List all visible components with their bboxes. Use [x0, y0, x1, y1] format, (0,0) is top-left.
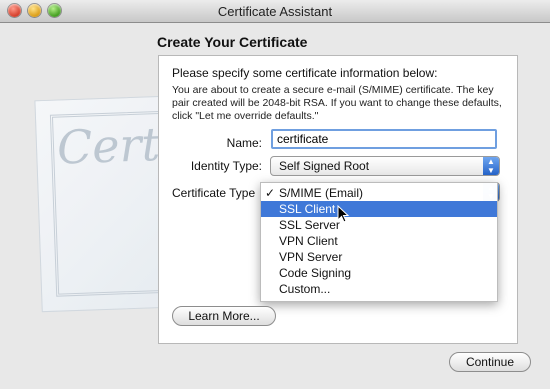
certificate-type-menu: S/MIME (Email) SSL Client SSL Server VPN… [260, 182, 498, 302]
menu-item-vpn-client[interactable]: VPN Client [261, 233, 497, 249]
menu-item-vpn-server[interactable]: VPN Server [261, 249, 497, 265]
menu-item-code-signing[interactable]: Code Signing [261, 265, 497, 281]
cursor-icon [337, 205, 350, 223]
identity-type-label: Identity Type: [190, 159, 262, 173]
description-text: You are about to create a secure e-mail … [172, 84, 502, 122]
certificate-type-label: Certificate Type [172, 186, 256, 200]
identity-type-select[interactable]: Self Signed Root ▲ ▼ [270, 156, 500, 176]
window-title: Certificate Assistant [217, 4, 333, 19]
select-arrows-icon: ▲▼ [483, 157, 499, 175]
name-label: Name: [226, 136, 262, 150]
menu-item-smime[interactable]: S/MIME (Email) [261, 185, 497, 201]
name-field[interactable] [271, 129, 497, 149]
learn-more-button[interactable]: Learn More... [172, 306, 276, 326]
menu-item-ssl-server[interactable]: SSL Server [261, 217, 497, 233]
menu-item-custom[interactable]: Custom... [261, 281, 497, 297]
menu-item-ssl-client[interactable]: SSL Client [261, 201, 497, 217]
intro-text: Please specify some certificate informat… [172, 66, 438, 80]
page-title: Create Your Certificate [157, 34, 308, 50]
identity-type-value: Self Signed Root [279, 159, 370, 173]
certificate-assistant-window: Certificate Assistant Certif Create Your… [0, 0, 550, 389]
title-bar: Certificate Assistant [0, 0, 550, 23]
continue-button[interactable]: Continue [449, 352, 531, 372]
